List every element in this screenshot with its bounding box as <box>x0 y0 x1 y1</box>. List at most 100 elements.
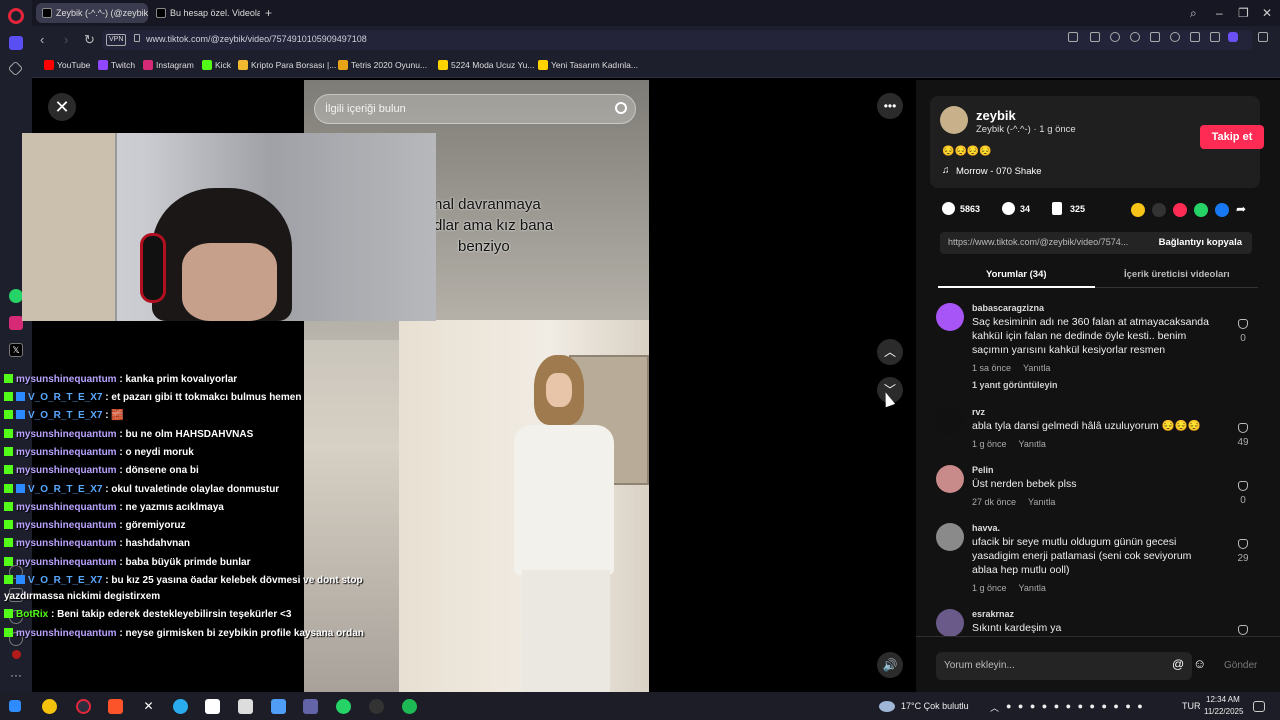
files-icon[interactable] <box>271 699 286 714</box>
send-icon[interactable] <box>1173 203 1187 217</box>
teams-icon[interactable] <box>303 699 318 714</box>
opera-icon[interactable] <box>76 699 91 714</box>
search-tabs-icon[interactable]: ⌕ <box>1190 6 1197 21</box>
creator-username[interactable]: zeybik <box>976 108 1016 123</box>
chat-username[interactable]: mysunshinequantum <box>16 502 117 513</box>
volume-button[interactable]: 🔊 <box>877 652 903 678</box>
commenter-avatar[interactable] <box>936 523 964 551</box>
comment-stat[interactable]: 34 <box>1002 202 1030 215</box>
chat-username[interactable]: mysunshinequantum <box>16 429 117 440</box>
heart-icon[interactable] <box>1170 32 1180 42</box>
chat-username[interactable]: mysunshinequantum <box>16 374 117 385</box>
opera-logo-icon[interactable] <box>8 8 24 24</box>
commenter-name[interactable]: babascaragzizna <box>972 303 1044 313</box>
more-options-button[interactable]: ••• <box>877 93 903 119</box>
vpn-badge[interactable]: VPN <box>106 34 127 46</box>
menu-icon[interactable] <box>1210 32 1220 42</box>
start-icon[interactable] <box>9 700 21 712</box>
x-app-icon[interactable]: ✕ <box>141 699 156 714</box>
obs-icon[interactable] <box>369 699 384 714</box>
clock-time[interactable]: 12:34 AM <box>1206 695 1240 704</box>
chat-username[interactable]: BotRix <box>16 609 48 620</box>
commenter-avatar[interactable] <box>936 465 964 493</box>
capcut-icon[interactable] <box>238 699 253 714</box>
commenter-avatar[interactable] <box>936 609 964 637</box>
url-field[interactable]: VPN www.tiktok.com/@zeybik/video/7574910… <box>102 30 1252 50</box>
music-title[interactable]: Morrow - 070 Shake <box>956 166 1042 177</box>
bookmark-kick[interactable]: Kick <box>202 60 231 70</box>
home-icon[interactable] <box>9 36 23 50</box>
facebook-share-icon[interactable] <box>1215 203 1229 217</box>
shield-icon[interactable] <box>1110 32 1120 42</box>
profile-icon[interactable] <box>1228 32 1238 42</box>
tray-icons[interactable]: ● ● ● ● ● ● ● ● ● ● ● ● <box>1006 701 1145 711</box>
save-stat[interactable]: 325 <box>1052 202 1085 215</box>
tradingview-icon[interactable] <box>205 699 220 714</box>
whatsapp-app-icon[interactable] <box>336 699 351 714</box>
like-heart-icon[interactable] <box>1238 319 1248 329</box>
chat-username[interactable]: mysunshinequantum <box>16 538 117 549</box>
brave-icon[interactable] <box>108 699 123 714</box>
chat-username[interactable]: mysunshinequantum <box>16 520 117 531</box>
whatsapp-share-icon[interactable] <box>1194 203 1208 217</box>
sidebar-toggle-icon[interactable] <box>1258 32 1268 42</box>
chat-username[interactable]: V_O_R_T_E_X7 <box>28 575 103 586</box>
commenter-avatar[interactable] <box>936 407 964 435</box>
commenter-name[interactable]: havva. <box>972 523 1000 533</box>
bookmark-moda[interactable]: 5224 Moda Ucuz Yu... <box>438 60 534 70</box>
forward-icon[interactable]: › <box>64 32 68 47</box>
embed-icon[interactable] <box>1152 203 1166 217</box>
play-icon[interactable] <box>1150 32 1160 42</box>
reply-button[interactable]: Yanıtla <box>1019 583 1046 593</box>
chat-username[interactable]: V_O_R_T_E_X7 <box>28 484 103 495</box>
instagram-icon[interactable] <box>9 316 23 330</box>
minimize-button[interactable]: – <box>1216 6 1223 20</box>
reply-button[interactable]: Yanıtla <box>1023 363 1050 373</box>
tab-comments[interactable]: Yorumlar (34) <box>986 269 1047 280</box>
follow-button[interactable]: Takip et <box>1200 125 1264 149</box>
tab-second[interactable]: Bu hesap özel. Videoların <box>150 3 260 23</box>
whatsapp-icon[interactable] <box>9 289 23 303</box>
chat-username[interactable]: mysunshinequantum <box>16 628 117 639</box>
bookmark-tetris[interactable]: Tetris 2020 Oyunu... <box>338 60 427 70</box>
bookmark-tasarim[interactable]: Yeni Tasarım Kadınla... <box>538 60 638 70</box>
bookmark-youtube[interactable]: YouTube <box>44 60 90 70</box>
close-window-button[interactable]: ✕ <box>1262 6 1272 20</box>
extension-icon[interactable] <box>1130 32 1140 42</box>
tab-creator-videos[interactable]: İçerik üreticisi videoları <box>1124 269 1230 280</box>
maximize-button[interactable]: ❐ <box>1238 6 1249 20</box>
chrome-icon[interactable] <box>42 699 57 714</box>
reply-button[interactable]: Yanıtla <box>1028 497 1055 507</box>
like-heart-icon[interactable] <box>1238 423 1248 433</box>
commenter-avatar[interactable] <box>936 303 964 331</box>
bookmark-instagram[interactable]: Instagram <box>143 60 194 70</box>
like-heart-icon[interactable] <box>1238 481 1248 491</box>
new-tab-button[interactable]: + <box>265 6 272 20</box>
tray-overflow-icon[interactable]: ︿ <box>990 701 999 714</box>
chat-username[interactable]: mysunshinequantum <box>16 465 117 476</box>
download-icon[interactable] <box>1190 32 1200 42</box>
star-icon[interactable] <box>7 60 24 77</box>
mention-icon[interactable]: @ <box>1172 657 1184 671</box>
clock-date[interactable]: 11/22/2025 <box>1204 707 1243 716</box>
chat-username[interactable]: mysunshinequantum <box>16 557 117 568</box>
previous-video-button[interactable]: ︿ <box>877 339 903 365</box>
reply-button[interactable]: Yanıtla <box>1019 439 1046 449</box>
bookmark-twitch[interactable]: Twitch <box>98 60 135 70</box>
back-icon[interactable]: ‹ <box>40 32 44 47</box>
camera-icon[interactable] <box>1090 32 1100 42</box>
telegram-icon[interactable] <box>173 699 188 714</box>
like-heart-icon[interactable] <box>1238 625 1248 635</box>
commenter-name[interactable]: esrakrnaz <box>972 609 1014 619</box>
notification-icon[interactable] <box>1253 701 1265 712</box>
like-heart-icon[interactable] <box>1238 539 1248 549</box>
copy-link-button[interactable]: Bağlantıyı kopyala <box>1159 237 1242 248</box>
view-replies-button[interactable]: 1 yanıt görüntüleyin <box>972 380 1058 390</box>
send-comment-button[interactable]: Gönder <box>1224 660 1257 671</box>
add-comment-input[interactable]: Yorum ekleyin... <box>936 652 1192 680</box>
emoji-icon[interactable]: ☺ <box>1193 656 1206 671</box>
spotify-icon[interactable] <box>402 699 417 714</box>
chat-username[interactable]: V_O_R_T_E_X7 <box>28 410 103 421</box>
tab-active[interactable]: Zeybik (-^.^-) (@zeybik <box>36 3 148 23</box>
share-arrow-icon[interactable]: ➦ <box>1236 203 1250 217</box>
